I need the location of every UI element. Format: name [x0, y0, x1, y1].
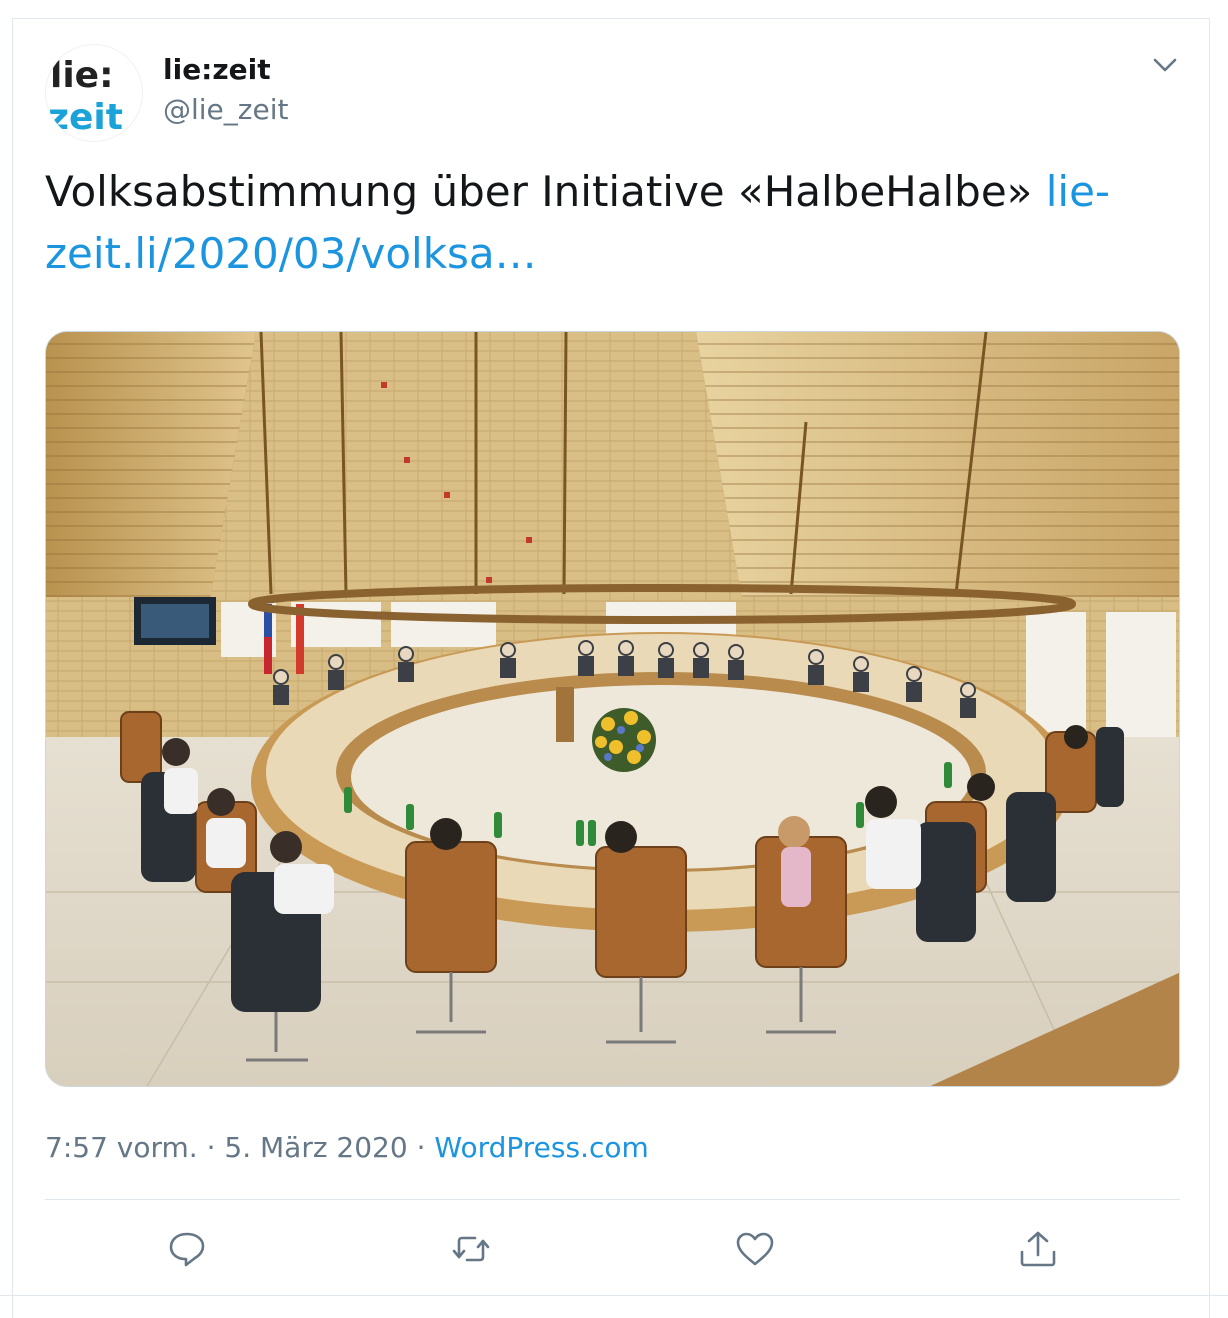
tweet-photo[interactable] — [45, 331, 1180, 1087]
tweet-meta: 7:57 vorm. · 5. März 2020 · WordPress.co… — [45, 1131, 649, 1164]
lie-zeit-logo: lie: zeit — [48, 55, 123, 138]
avatar[interactable]: lie: zeit — [45, 44, 143, 142]
tweet-time[interactable]: 7:57 vorm. — [45, 1131, 198, 1164]
tweet-text: Volksabstimmung über Initiative «HalbeHa… — [45, 161, 1155, 285]
chevron-down-icon[interactable] — [1149, 49, 1181, 81]
tweet-card: lie: zeit lie:zeit @lie_zeit Volksabstim… — [12, 18, 1210, 1318]
heart-icon[interactable] — [733, 1227, 777, 1271]
logo-text-top: lie: — [50, 55, 114, 96]
logo-text-bottom: zeit — [48, 97, 123, 138]
retweet-icon[interactable] — [449, 1227, 493, 1271]
bottom-border — [0, 1295, 1228, 1296]
tweet-date[interactable]: 5. März 2020 — [224, 1131, 407, 1164]
user-handle[interactable]: @lie_zeit — [163, 93, 288, 126]
reply-icon[interactable] — [165, 1227, 209, 1271]
parliament-chamber-photo — [46, 332, 1179, 1086]
meta-separator: · — [407, 1131, 435, 1164]
meta-separator: · — [197, 1131, 225, 1164]
divider — [45, 1199, 1180, 1200]
tweet-body: Volksabstimmung über Initiative «HalbeHa… — [45, 167, 1046, 216]
tweet-link-line2: zeit.li/2020/03/volksa… — [45, 229, 537, 278]
share-icon[interactable] — [1016, 1227, 1060, 1271]
tweet-link-line1: lie- — [1045, 167, 1111, 216]
tweet-source-link[interactable]: WordPress.com — [434, 1131, 648, 1164]
display-name[interactable]: lie:zeit — [163, 53, 271, 86]
